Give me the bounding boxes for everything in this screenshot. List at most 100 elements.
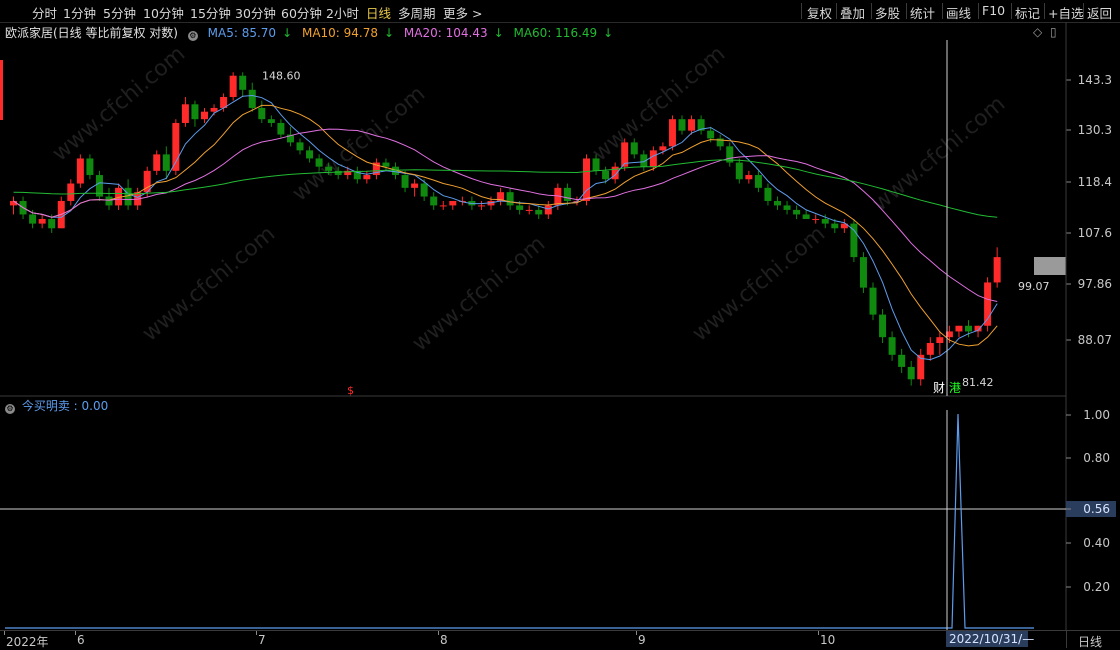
indicator-axis-label: 0.40 [1083, 536, 1110, 550]
candle [153, 154, 161, 171]
y-axis-label: 107.6 [1078, 226, 1112, 240]
period-tab-10[interactable]: 更多 > [443, 3, 482, 22]
candle [936, 337, 944, 343]
x-axis-tick [636, 631, 637, 635]
candle [745, 175, 753, 180]
candle [869, 287, 877, 315]
toolbar-button-2[interactable]: 多股 [875, 3, 900, 22]
candle [888, 337, 896, 355]
x-axis: 2022年 6 7 8 9 10 2022/10/31/— 日线 [0, 630, 1120, 650]
period-toolbar: 分时 1分钟 5分钟 10分钟 15分钟 30分钟 60分钟 2小时 日线 多周期 更多 > 复权 叠加… [0, 0, 1120, 23]
y-axis-label: 97.86 [1078, 277, 1112, 291]
x-axis-tick [75, 631, 76, 635]
candle [267, 119, 275, 123]
period-tab-2[interactable]: 5分钟 [103, 3, 136, 22]
period-tab-9[interactable]: 多周期 [398, 3, 436, 22]
toolbar-button-7[interactable]: +自选 [1048, 3, 1083, 22]
candle [239, 75, 247, 90]
candle [879, 314, 887, 338]
candle [821, 219, 829, 224]
candle [907, 366, 915, 380]
watermark: www.cfchi.com [408, 231, 550, 356]
candlestick-chart[interactable]: www.cfchi.com www.cfchi.com www.cfchi.com w… [0, 22, 1120, 397]
ma60-line [13, 159, 998, 218]
toolbar-button-0[interactable]: 复权 [807, 3, 832, 22]
candle [563, 187, 571, 201]
toolbar-button-6[interactable]: 标记 [1015, 3, 1040, 22]
period-tab-8[interactable]: 日线 [366, 3, 391, 22]
candle [812, 219, 820, 221]
toolbar-separator [1011, 3, 1012, 19]
candle [965, 325, 972, 332]
candle [401, 175, 409, 188]
candle [420, 183, 428, 197]
toolbar-button-4[interactable]: 画线 [946, 3, 971, 22]
period-tab-4[interactable]: 15分钟 [190, 3, 231, 22]
candle [172, 122, 180, 171]
x-axis-label: 6 [77, 633, 85, 647]
toolbar-separator [942, 3, 943, 19]
candle [754, 175, 762, 188]
candle [29, 214, 37, 224]
toolbar-button-5[interactable]: F10 [982, 3, 1005, 18]
candle [955, 325, 963, 332]
candle [793, 209, 801, 215]
period-tab-6[interactable]: 60分钟 [281, 3, 322, 22]
candle [229, 75, 237, 97]
candle [191, 104, 199, 120]
candle [774, 200, 781, 206]
candle [659, 146, 667, 151]
toolbar-separator [906, 3, 907, 19]
watermark: www.cfchi.com [288, 81, 430, 206]
candle [382, 162, 390, 167]
toolbar-button-8[interactable]: 返回 [1087, 3, 1112, 22]
period-tab-3[interactable]: 10分钟 [143, 3, 184, 22]
x-axis-tick [438, 631, 439, 635]
candle [296, 142, 304, 151]
candle [48, 219, 56, 229]
watermark: www.cfchi.com [48, 41, 190, 166]
event-mark-gang[interactable]: 港 [949, 381, 961, 395]
indicator-chart[interactable]: 1.00 0.80 0.56 0.40 0.20 [0, 396, 1120, 630]
toolbar-separator [871, 3, 872, 19]
left-marker [0, 60, 3, 120]
period-label[interactable]: 日线 [1078, 633, 1102, 650]
y-axis-label: 88.07 [1078, 333, 1112, 347]
y-axis-label: 130.3 [1078, 123, 1112, 137]
toolbar-button-1[interactable]: 叠加 [840, 3, 865, 22]
event-mark-cai[interactable]: 财 [933, 381, 945, 395]
candle [802, 214, 810, 220]
candle [678, 119, 686, 131]
indicator-line [5, 413, 1034, 629]
low-price-label: 81.42 [962, 376, 994, 389]
period-tab-5[interactable]: 30分钟 [235, 3, 276, 22]
watermark: www.cfchi.com [688, 221, 830, 346]
candle [859, 257, 867, 288]
x-axis-label: 2022年 [6, 635, 49, 649]
candle [707, 130, 715, 139]
toolbar-button-3[interactable]: 统计 [910, 3, 935, 22]
period-tab-0[interactable]: 分时 [32, 3, 57, 22]
x-axis-label: 7 [258, 633, 266, 647]
cursor-date-label: 2022/10/31/— [946, 631, 1034, 647]
candle [898, 354, 906, 367]
y-axis-label: 118.4 [1078, 175, 1112, 189]
axis-separator [1066, 631, 1067, 648]
candle [325, 166, 333, 171]
period-tab-1[interactable]: 1分钟 [63, 3, 96, 22]
candle [306, 150, 314, 159]
candle [67, 183, 75, 201]
x-axis-tick [818, 631, 819, 635]
toolbar-separator [1044, 3, 1045, 19]
indicator-axis-label: 0.80 [1083, 451, 1110, 465]
candle [583, 158, 590, 201]
candle [926, 342, 934, 355]
candle [210, 107, 218, 112]
period-tab-7[interactable]: 2小时 [326, 3, 359, 22]
toolbar-separator [836, 3, 837, 19]
watermark: www.cfchi.com [588, 41, 730, 166]
candle [277, 122, 285, 135]
candle [993, 257, 1001, 283]
candle [783, 205, 791, 210]
candle [439, 205, 447, 207]
